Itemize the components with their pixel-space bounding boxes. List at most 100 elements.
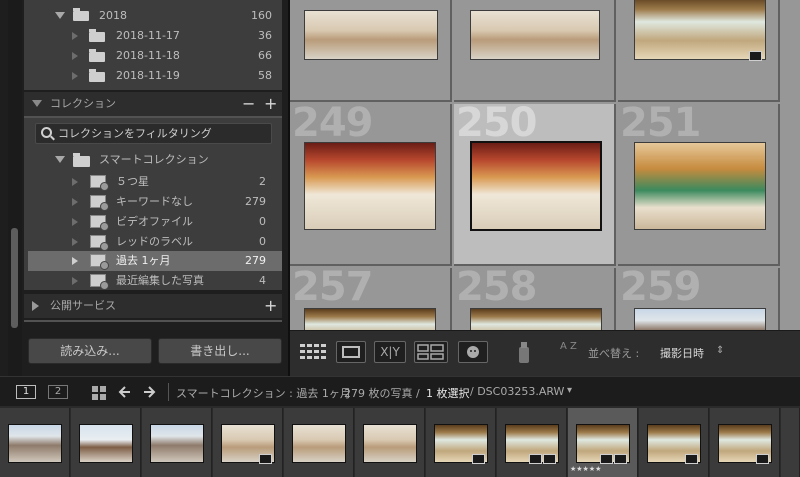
collapse-icon[interactable] [72,218,78,226]
forward-arrow-icon[interactable] [142,385,156,399]
sort-direction-button[interactable]: A Z [560,342,580,364]
secondary-window-button[interactable]: 2 [48,385,68,399]
edited-badge-icon [472,454,485,464]
left-panel-scrollbar[interactable] [8,0,22,376]
collapse-icon[interactable] [72,72,78,80]
expand-icon[interactable] [55,156,65,163]
grid-cell[interactable] [618,0,780,102]
export-button[interactable]: 書き出し... [158,338,282,364]
collections-header[interactable]: コレクション − + [24,92,282,116]
compare-view-button[interactable]: X|Y [374,341,406,363]
photo-thumbnail[interactable] [634,308,766,330]
search-icon [41,127,52,138]
add-publish-service-button[interactable]: + [264,294,277,318]
collapse-icon[interactable] [72,238,78,246]
folder-row[interactable]: 2018-11-19 58 [72,66,282,86]
folder-icon [89,29,105,42]
photo-thumbnail[interactable] [304,308,436,330]
photo-thumbnail[interactable] [363,424,417,463]
grid-cell-selected[interactable]: 250 [454,104,616,266]
smart-collection-item[interactable]: キーワードなし 279 [72,192,282,212]
edited-badge-icon [543,454,556,464]
photo-thumbnail[interactable] [292,424,346,463]
collapse-icon[interactable] [72,198,78,206]
filmstrip-thumb[interactable] [213,408,283,477]
photo-thumbnail[interactable] [8,424,62,463]
grid-view-button[interactable] [298,341,328,363]
collapse-icon[interactable] [72,277,78,285]
folder-row-2018[interactable]: 2018 160 [55,6,282,26]
primary-window-button[interactable]: 1 [16,385,36,399]
remove-collection-button[interactable]: − [242,92,255,116]
rating-stars: ★★★★★ [570,465,602,473]
filmstrip-thumb[interactable] [497,408,567,477]
smart-collection-icon [90,235,109,251]
grid-shortcut-icon[interactable] [92,386,106,400]
painter-tool-button[interactable] [514,339,534,367]
left-panel: 2018 160 2018-11-17 36 2018-11-18 66 201… [0,0,288,376]
photo-thumbnail[interactable] [634,0,766,60]
filmstrip-thumb[interactable] [639,408,709,477]
sort-select-arrow[interactable]: ⇕ [716,345,724,356]
filmstrip-thumb[interactable] [0,408,70,477]
smart-collection-icon [90,254,109,270]
smart-collection-icon [90,215,109,231]
people-view-button[interactable] [458,341,488,363]
expand-icon[interactable] [32,301,39,311]
photo-thumbnail[interactable] [304,10,438,60]
collapse-icon[interactable] [72,52,78,60]
smart-collection-item[interactable]: 最近編集した写真 4 [72,271,282,291]
folder-row[interactable]: 2018-11-18 66 [72,46,282,66]
filmstrip-thumb[interactable] [781,408,800,477]
smart-collection-set[interactable]: スマートコレクション [55,150,282,170]
grid-toolbar: X|Y A Z 並べ替え : 撮影日時 ⇕ [290,330,800,376]
survey-view-button[interactable] [414,341,448,363]
collapse-icon[interactable] [72,178,78,186]
collapse-icon[interactable] [72,257,78,265]
filmstrip-thumb[interactable] [284,408,354,477]
filmstrip-thumb[interactable] [710,408,780,477]
collapse-icon[interactable] [72,32,78,40]
filmstrip-thumb[interactable] [71,408,141,477]
filename-dropdown[interactable]: ▾ [567,385,572,396]
sort-label: 並べ替え : [588,347,640,360]
loupe-view-button[interactable] [336,341,366,363]
photo-thumbnail[interactable] [634,142,766,230]
filmstrip: ★★★★★ [0,406,800,477]
filmstrip-thumb-selected[interactable]: ★★★★★ [568,408,638,477]
photo-thumbnail[interactable] [470,308,602,330]
grid-cell[interactable]: 251 [618,104,780,266]
filmstrip-thumb[interactable] [426,408,496,477]
smart-collection-item[interactable]: レッドのラベル 0 [72,232,282,252]
smart-collection-item[interactable]: ５つ星 2 [72,172,282,192]
publish-services-header[interactable]: 公開サービス + [24,294,282,318]
add-collection-button[interactable]: + [264,92,277,116]
grid-cell[interactable]: 259 [618,268,780,330]
photo-thumbnail[interactable] [150,424,204,463]
folder-row[interactable]: 2018-11-17 36 [72,26,282,46]
grid-cell[interactable] [454,0,616,102]
filmstrip-thumb[interactable] [142,408,212,477]
smart-collection-item[interactable]: ビデオファイル 0 [72,212,282,232]
divider [168,383,169,401]
import-button[interactable]: 読み込み... [28,338,152,364]
expand-icon[interactable] [55,12,65,19]
grid-cell[interactable]: 257 [290,268,452,330]
filmstrip-thumb[interactable] [355,408,425,477]
grid-cell[interactable]: 249 [290,104,452,266]
grid-cell[interactable]: 258 [454,268,616,330]
photo-thumbnail[interactable] [470,10,600,60]
collapse-icon[interactable] [32,100,42,107]
photo-thumbnail[interactable] [470,141,602,231]
folder-icon [73,8,89,21]
back-arrow-icon[interactable] [118,385,132,399]
grid-cell[interactable] [290,0,452,102]
stack-badge-icon [529,454,542,464]
smart-collection-item-selected[interactable]: 過去 1ヶ月 279 [28,251,282,271]
collection-filter-input[interactable]: コレクションをフィルタリング [35,123,272,144]
edited-badge-icon [756,454,769,464]
photo-thumbnail[interactable] [304,142,436,230]
photo-thumbnail[interactable] [79,424,133,463]
scrollbar-thumb[interactable] [11,228,18,328]
sort-select[interactable]: 撮影日時 [660,345,704,361]
